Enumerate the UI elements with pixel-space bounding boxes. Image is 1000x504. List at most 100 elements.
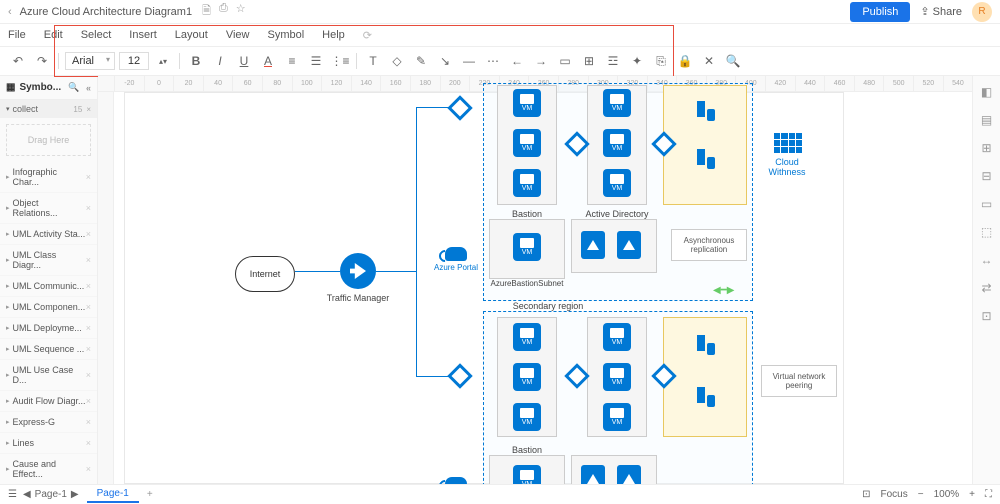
tools-icon[interactable]: ✕: [699, 51, 719, 71]
italic-icon[interactable]: I: [210, 51, 230, 71]
drag-here[interactable]: Drag Here: [6, 124, 91, 156]
outline-icon[interactable]: ▭: [979, 196, 995, 212]
vm-icon[interactable]: VM: [513, 465, 541, 484]
text-icon[interactable]: T: [363, 51, 383, 71]
undo-icon[interactable]: ↶: [8, 51, 28, 71]
lock-icon[interactable]: 🔒: [675, 51, 695, 71]
vm-icon[interactable]: VM: [513, 403, 541, 431]
line-style-icon[interactable]: —: [459, 51, 479, 71]
size-select[interactable]: 12: [119, 52, 149, 70]
menu-insert[interactable]: Insert: [129, 29, 157, 41]
lib-item[interactable]: ▸UML Deployme...×: [0, 318, 97, 339]
redo-icon[interactable]: ↷: [32, 51, 52, 71]
align-panel-icon[interactable]: ↔: [979, 252, 995, 268]
vm-icon[interactable]: VM: [603, 403, 631, 431]
internet-cloud[interactable]: Internet: [235, 256, 295, 292]
lib-item[interactable]: ▸Audit Flow Diagr...×: [0, 391, 97, 412]
star-icon[interactable]: ☆: [236, 2, 246, 21]
help-icon[interactable]: ⟳: [363, 29, 372, 42]
vm-icon[interactable]: VM: [513, 323, 541, 351]
group-icon[interactable]: ⊞: [579, 51, 599, 71]
menu-file[interactable]: File: [8, 29, 26, 41]
menu-help[interactable]: Help: [322, 29, 345, 41]
lib-item[interactable]: ▸Cause and Effect...×: [0, 454, 97, 484]
bold-icon[interactable]: B: [186, 51, 206, 71]
underline-icon[interactable]: U: [234, 51, 254, 71]
list-icon[interactable]: ⋮≡: [330, 51, 350, 71]
vm-icon[interactable]: VM: [603, 89, 631, 117]
valign-icon[interactable]: ☰: [306, 51, 326, 71]
lib-item[interactable]: ▸UML Class Diagr...×: [0, 245, 97, 276]
arrow-start-icon[interactable]: ←: [507, 51, 527, 71]
avatar[interactable]: R: [972, 2, 992, 22]
dash-icon[interactable]: ⋯: [483, 51, 503, 71]
share-button[interactable]: ⇪Share: [920, 5, 962, 18]
lib-item[interactable]: ▸Express-G×: [0, 412, 97, 433]
effects-icon[interactable]: ⬚: [979, 224, 995, 240]
page-menu-icon[interactable]: ☰: [8, 489, 17, 500]
vm-icon[interactable]: VM: [513, 129, 541, 157]
symbols-search-icon[interactable]: 🔍: [68, 82, 79, 93]
traffic-manager-icon[interactable]: [340, 253, 376, 289]
grid-icon[interactable]: ⊟: [979, 168, 995, 184]
vm-icon[interactable]: VM: [603, 363, 631, 391]
menu-select[interactable]: Select: [81, 29, 112, 41]
shape-icon[interactable]: ▭: [555, 51, 575, 71]
pen-icon[interactable]: ✎: [411, 51, 431, 71]
theme-icon[interactable]: ◧: [979, 84, 995, 100]
connector-icon[interactable]: ↘: [435, 51, 455, 71]
vm-icon[interactable]: VM: [603, 169, 631, 197]
menu-view[interactable]: View: [226, 29, 250, 41]
load-balancer-icon[interactable]: [447, 95, 472, 120]
zoom-out-icon[interactable]: −: [918, 489, 924, 500]
page-tab[interactable]: Page-1: [87, 486, 139, 503]
distribute-icon[interactable]: ⇄: [979, 280, 995, 296]
server-icon[interactable]: [691, 383, 719, 411]
focus-label[interactable]: Focus: [881, 489, 908, 500]
search-icon[interactable]: 🔍: [723, 51, 743, 71]
link-icon[interactable]: ⎘: [651, 51, 671, 71]
server-icon[interactable]: [691, 145, 719, 173]
collect-label[interactable]: collect: [13, 104, 39, 114]
layer-icon[interactable]: ☲: [603, 51, 623, 71]
size-panel-icon[interactable]: ⊡: [979, 308, 995, 324]
vm-icon[interactable]: VM: [603, 129, 631, 157]
server-icon[interactable]: [691, 331, 719, 359]
vm-icon[interactable]: VM: [513, 89, 541, 117]
size-up-icon[interactable]: ▴▾: [153, 51, 173, 71]
symbols-collapse-icon[interactable]: «: [86, 83, 91, 93]
azure-portal-icon[interactable]: [445, 247, 467, 261]
publish-button[interactable]: Publish: [850, 2, 910, 22]
save-icon[interactable]: 🗎: [202, 2, 211, 21]
add-page-icon[interactable]: +: [147, 489, 153, 500]
ad-server-icon[interactable]: [617, 231, 641, 259]
lib-item[interactable]: ▸Lines×: [0, 433, 97, 454]
cloud-witness-icon[interactable]: [774, 133, 802, 153]
font-color-icon[interactable]: A: [258, 51, 278, 71]
zoom-level[interactable]: 100%: [934, 489, 960, 500]
vm-icon[interactable]: VM: [513, 233, 541, 261]
fit-icon[interactable]: ⊡: [862, 489, 870, 500]
layers-icon[interactable]: ▤: [979, 112, 995, 128]
azure-portal-icon[interactable]: [445, 477, 467, 484]
lib-item[interactable]: ▸Infographic Char...×: [0, 162, 97, 193]
fullscreen-icon[interactable]: ⛶: [985, 489, 992, 500]
menu-edit[interactable]: Edit: [44, 29, 63, 41]
fill-icon[interactable]: ◇: [387, 51, 407, 71]
arrow-end-icon[interactable]: →: [531, 51, 551, 71]
lib-item[interactable]: ▸UML Activity Sta...×: [0, 224, 97, 245]
vm-icon[interactable]: VM: [603, 323, 631, 351]
ad-server-icon[interactable]: [617, 465, 641, 484]
page-area[interactable]: Internet Traffic Manager: [124, 92, 844, 484]
lib-item[interactable]: ▸UML Sequence ...×: [0, 339, 97, 360]
lib-item[interactable]: ▸UML Use Case D...×: [0, 360, 97, 391]
page-nav-next[interactable]: ▶: [71, 489, 79, 500]
page-nav-prev[interactable]: ◀: [23, 489, 31, 500]
vm-icon[interactable]: VM: [513, 363, 541, 391]
ad-server-icon[interactable]: [581, 231, 605, 259]
magic-icon[interactable]: ✦: [627, 51, 647, 71]
vnet-peering-note[interactable]: Virtual network peering: [761, 365, 837, 397]
print-icon[interactable]: ⎙: [219, 2, 228, 21]
load-balancer-icon[interactable]: [447, 363, 472, 388]
lib-item[interactable]: ▸UML Componen...×: [0, 297, 97, 318]
